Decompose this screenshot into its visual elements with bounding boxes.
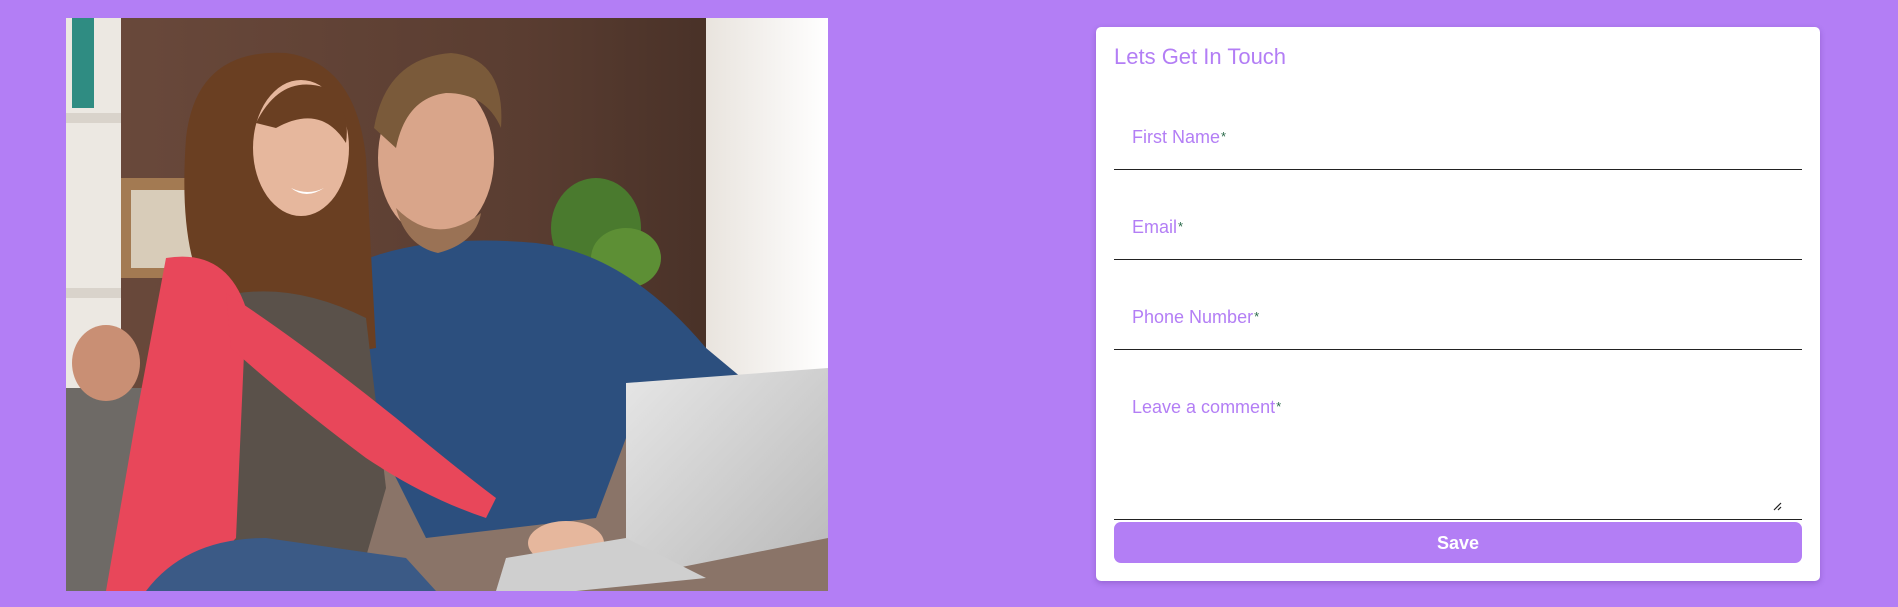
required-marker: * bbox=[1178, 219, 1184, 234]
email-label-text: Email bbox=[1132, 217, 1178, 237]
comment-field[interactable]: Leave a comment* bbox=[1114, 373, 1802, 520]
email-field[interactable]: Email* bbox=[1114, 193, 1802, 260]
required-marker: * bbox=[1221, 129, 1227, 144]
form-title: Lets Get In Touch bbox=[1114, 44, 1287, 69]
contact-form-card: Lets Get In Touch First Name* Email* Pho… bbox=[1096, 27, 1820, 581]
photo-couple-laptop bbox=[66, 18, 828, 591]
required-marker: * bbox=[1276, 399, 1282, 414]
first-name-field[interactable]: First Name* bbox=[1114, 103, 1802, 170]
email-input[interactable] bbox=[1114, 193, 1802, 259]
phone-number-label: Phone Number* bbox=[1132, 307, 1259, 328]
email-label: Email* bbox=[1132, 217, 1183, 238]
phone-number-field[interactable]: Phone Number* bbox=[1114, 283, 1802, 350]
comment-label: Leave a comment* bbox=[1132, 397, 1281, 418]
comment-textarea[interactable] bbox=[1114, 373, 1802, 519]
comment-label-text: Leave a comment bbox=[1132, 397, 1276, 417]
phone-number-label-text: Phone Number bbox=[1132, 307, 1254, 327]
resize-handle-icon[interactable] bbox=[1772, 501, 1782, 511]
required-marker: * bbox=[1254, 309, 1260, 324]
save-button[interactable]: Save bbox=[1114, 522, 1802, 563]
first-name-label: First Name* bbox=[1132, 127, 1226, 148]
hero-photo bbox=[66, 18, 828, 591]
first-name-label-text: First Name bbox=[1132, 127, 1221, 147]
